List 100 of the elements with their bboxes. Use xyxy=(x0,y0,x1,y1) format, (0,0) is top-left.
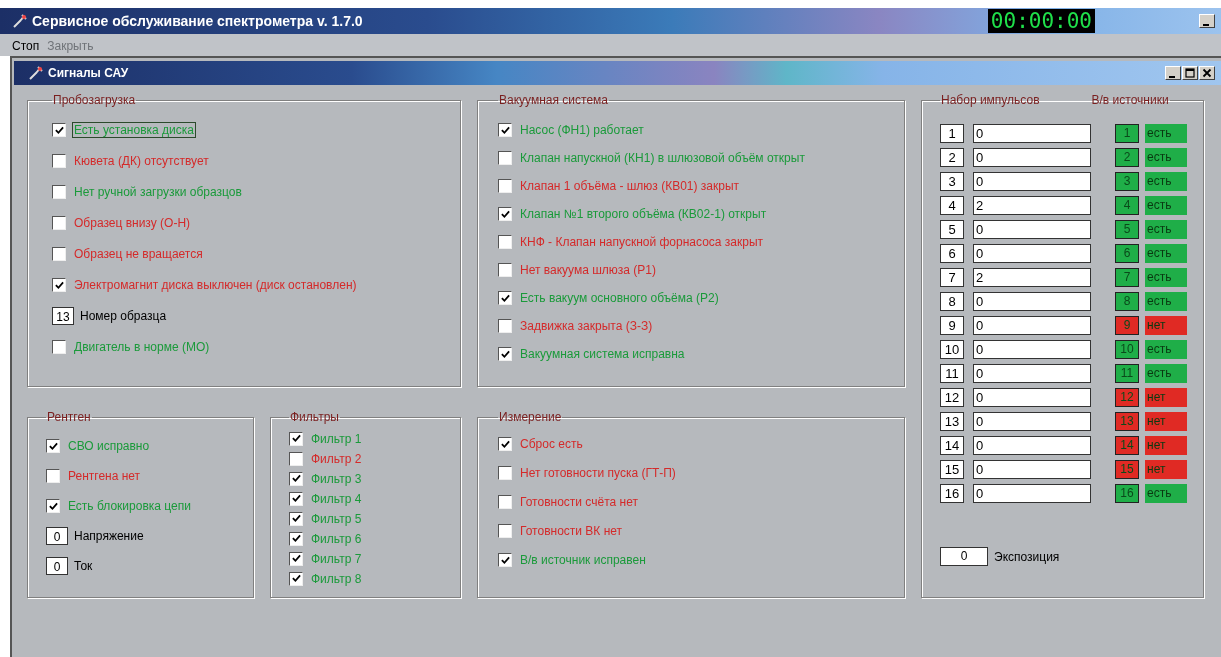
source-status: есть xyxy=(1145,291,1187,311)
checkbox[interactable] xyxy=(498,207,512,221)
checkbox[interactable] xyxy=(498,437,512,451)
pulse-field[interactable]: 0 xyxy=(973,483,1091,503)
pulse-field[interactable]: 0 xyxy=(973,123,1091,143)
number-field[interactable]: 0 xyxy=(46,557,68,575)
checkbox-label[interactable]: Клапан напускной (КН1) в шлюзовой объём открыт xyxy=(518,150,807,166)
checkbox-label[interactable]: Кювета (ДК) отсутствует xyxy=(72,153,211,169)
pulse-field[interactable]: 0 xyxy=(973,219,1091,239)
checkbox-label[interactable]: Нет ручной загрузки образцов xyxy=(72,184,244,200)
checkbox-label[interactable]: Нет готовности пуска (ГТ-П) xyxy=(518,465,678,481)
checkbox-label[interactable]: Двигатель в норме (МО) xyxy=(72,339,212,355)
checkbox[interactable] xyxy=(289,551,303,566)
pulse-field[interactable]: 0 xyxy=(973,315,1091,335)
checkbox-label[interactable]: Фильтр 5 xyxy=(309,510,364,527)
checkbox[interactable] xyxy=(289,571,303,586)
pulse-field[interactable]: 0 xyxy=(973,387,1091,407)
number-field[interactable]: 0 xyxy=(46,527,68,545)
checkbox-label[interactable]: Образец не вращается xyxy=(72,246,205,262)
checkbox[interactable] xyxy=(289,491,303,506)
number-field[interactable]: 13 xyxy=(52,307,74,325)
checkbox[interactable] xyxy=(52,123,66,137)
checkbox[interactable] xyxy=(289,471,303,486)
checkbox-label[interactable]: Рентгена нет xyxy=(66,468,143,484)
pulse-field[interactable]: 2 xyxy=(973,267,1091,287)
checkbox[interactable] xyxy=(52,154,66,168)
checkbox-label[interactable]: Образец внизу (О-Н) xyxy=(72,215,193,231)
exposure-field[interactable]: 0 xyxy=(940,547,988,566)
checkbox-label[interactable]: Задвижка закрыта (З-З) xyxy=(518,318,655,334)
pulse-field[interactable]: 0 xyxy=(973,243,1091,263)
menu-item[interactable]: Стоп xyxy=(12,39,40,53)
checkbox-label[interactable]: КНФ - Клапан напускной форнасоса закрыт xyxy=(518,234,766,250)
group-title: Вакуумная система xyxy=(498,93,609,107)
checkbox[interactable] xyxy=(498,179,512,193)
checkbox[interactable] xyxy=(498,495,512,509)
checkbox[interactable] xyxy=(52,216,66,230)
checkbox-label[interactable]: Электромагнит диска выключен (диск остановлен) xyxy=(72,277,359,293)
checkbox[interactable] xyxy=(498,235,512,249)
checkbox-label[interactable]: Клапан №1 второго объёма (КВ02-1) открыт xyxy=(518,206,769,222)
checkbox[interactable] xyxy=(52,278,66,292)
checkbox[interactable] xyxy=(52,185,66,199)
checkbox-label[interactable]: Фильтр 3 xyxy=(309,470,364,487)
checkbox[interactable] xyxy=(289,531,303,546)
pulse-field[interactable]: 0 xyxy=(973,435,1091,455)
checkbox[interactable] xyxy=(498,466,512,480)
checkbox[interactable] xyxy=(46,499,60,513)
checkbox-label[interactable]: Есть блокировка цепи xyxy=(66,498,193,514)
checkbox[interactable] xyxy=(289,431,303,446)
checkbox-label[interactable]: Фильтр 4 xyxy=(309,490,364,507)
channel-number: 2 xyxy=(940,147,964,167)
pulse-field[interactable]: 0 xyxy=(973,147,1091,167)
checkbox[interactable] xyxy=(498,553,512,567)
pulse-field[interactable]: 0 xyxy=(973,291,1091,311)
checkbox-label[interactable]: СВО исправно xyxy=(66,438,152,454)
checkbox-label[interactable]: Фильтр 8 xyxy=(309,570,364,587)
source-status: нет xyxy=(1145,387,1187,407)
source-indicator: 3 xyxy=(1115,171,1139,191)
checkbox[interactable] xyxy=(498,123,512,137)
pulse-field[interactable]: 0 xyxy=(973,363,1091,383)
checkbox-label[interactable]: Фильтр 6 xyxy=(309,530,364,547)
checkbox[interactable] xyxy=(498,524,512,538)
checkbox-label[interactable]: Нет вакуума шлюза (Р1) xyxy=(518,262,658,278)
checkbox-label[interactable]: Клапан 1 объёма - шлюз (КВ01) закрыт xyxy=(518,178,742,194)
checkbox[interactable] xyxy=(46,469,60,483)
checkbox-label[interactable]: Готовности ВК нет xyxy=(518,523,625,539)
field-label: Номер образца xyxy=(80,309,167,323)
pulse-field[interactable]: 0 xyxy=(973,411,1091,431)
pulse-field[interactable]: 0 xyxy=(973,171,1091,191)
close-button[interactable] xyxy=(1199,66,1215,80)
checkbox[interactable] xyxy=(498,263,512,277)
source-status: есть xyxy=(1145,483,1187,503)
checkbox[interactable] xyxy=(498,319,512,333)
pulse-field[interactable]: 2 xyxy=(973,195,1091,215)
checkbox[interactable] xyxy=(52,247,66,261)
checkbox[interactable] xyxy=(498,347,512,361)
checkbox-label[interactable]: Насос (ФН1) работает xyxy=(518,122,646,138)
checkbox-label[interactable]: Фильтр 1 xyxy=(309,430,364,447)
maximize-button[interactable] xyxy=(1182,66,1198,80)
checkbox[interactable] xyxy=(52,340,66,354)
checkbox-label[interactable]: Фильтр 2 xyxy=(309,450,364,467)
checkbox-label[interactable]: Сброс есть xyxy=(518,436,585,452)
source-indicator: 1 xyxy=(1115,123,1139,143)
source-indicator: 5 xyxy=(1115,219,1139,239)
checkbox[interactable] xyxy=(289,511,303,526)
checkbox-label[interactable]: В/в источник исправен xyxy=(518,552,648,568)
checkbox-label[interactable]: Есть установка диска xyxy=(72,122,196,138)
checkbox[interactable] xyxy=(46,439,60,453)
checkbox[interactable] xyxy=(289,451,303,466)
checkbox-label[interactable]: Готовности счёта нет xyxy=(518,494,640,510)
minimize-button[interactable] xyxy=(1199,14,1215,28)
channel-number: 6 xyxy=(940,243,964,263)
minimize-button[interactable] xyxy=(1165,66,1181,80)
checkbox[interactable] xyxy=(498,291,512,305)
checkbox[interactable] xyxy=(498,151,512,165)
checkbox-label[interactable]: Фильтр 7 xyxy=(309,550,364,567)
pulse-field[interactable]: 0 xyxy=(973,459,1091,479)
checkbox-label[interactable]: Вакуумная система исправна xyxy=(518,346,687,362)
pulse-field[interactable]: 0 xyxy=(973,339,1091,359)
checkbox-label[interactable]: Есть вакуум основного объёма (Р2) xyxy=(518,290,721,306)
source-status: нет xyxy=(1145,315,1187,335)
